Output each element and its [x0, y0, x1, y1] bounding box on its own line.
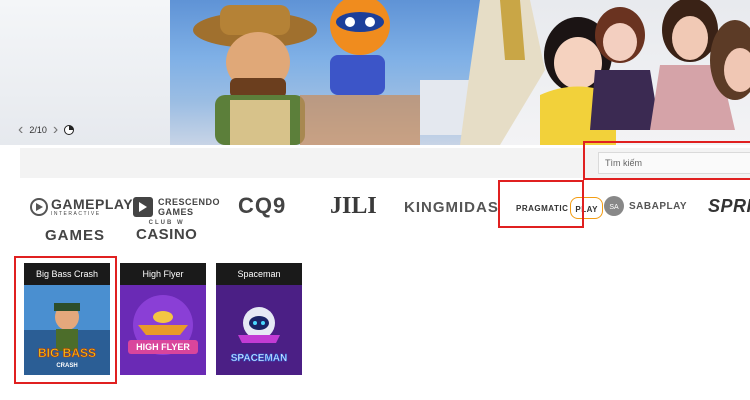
provider-name: KINGMIDAS: [404, 198, 499, 216]
provider-sub: CASINO: [136, 226, 198, 243]
provider-sabaplay[interactable]: SA SABAPLAY: [603, 195, 687, 217]
provider-kingmidas[interactable]: KINGMIDAS: [404, 196, 499, 218]
provider-highlight-box: [498, 180, 584, 228]
provider-crescendo[interactable]: CRESCENDO GAMES: [132, 195, 220, 219]
banner-page-indicator: 2/10: [29, 125, 47, 135]
provider-name: JILI: [330, 192, 377, 219]
provider-gameplay[interactable]: GAMEPLAY INTERACTIVE: [30, 195, 133, 219]
game-tile[interactable]: High Flyer HIGH FLYER: [120, 263, 206, 375]
game-art-title: SPACEMAN: [231, 353, 287, 364]
game-highlight-box: [14, 256, 117, 384]
provider-spribe[interactable]: SPRIBE: [708, 194, 750, 218]
banner-artwork: [193, 0, 750, 145]
game-thumbnail: SPACEMAN: [216, 285, 302, 375]
banner-pager: ‹ 2/10 ›: [18, 122, 75, 138]
provider-name: GAMEPLAY: [51, 196, 134, 212]
sabaplay-logo-icon: SA: [604, 196, 624, 216]
game-tile[interactable]: Spaceman SPACEMAN: [216, 263, 302, 375]
pie-timer-icon[interactable]: [64, 125, 75, 135]
gameplay-logo-icon: [30, 198, 48, 216]
provider-name: CRESCENDO: [158, 197, 221, 207]
search-highlight-box: [583, 141, 750, 180]
provider-jili[interactable]: JILI: [330, 192, 377, 220]
provider-name: GAMES: [45, 226, 106, 244]
chevron-left-icon[interactable]: ‹: [18, 122, 23, 138]
provider-sub: GAMES: [158, 207, 194, 217]
game-thumbnail: HIGH FLYER: [120, 285, 206, 375]
chevron-right-icon[interactable]: ›: [53, 122, 58, 138]
game-title: High Flyer: [120, 263, 206, 285]
provider-club-w-casino[interactable]: CLUB W CASINO: [136, 220, 197, 246]
crescendo-logo-icon: [133, 197, 153, 217]
hero-banner[interactable]: [0, 0, 750, 145]
provider-name: CQ9: [238, 193, 287, 218]
provider-cq9[interactable]: CQ9: [238, 193, 286, 219]
provider-name: SPRIBE: [708, 195, 750, 216]
game-art-title: HIGH FLYER: [136, 342, 190, 352]
provider-games[interactable]: GAMES: [45, 225, 105, 245]
provider-name: SABAPLAY: [629, 200, 688, 212]
svg-text:SA: SA: [609, 204, 619, 211]
game-title: Spaceman: [216, 263, 302, 285]
provider-sub: INTERACTIVE: [51, 211, 101, 217]
